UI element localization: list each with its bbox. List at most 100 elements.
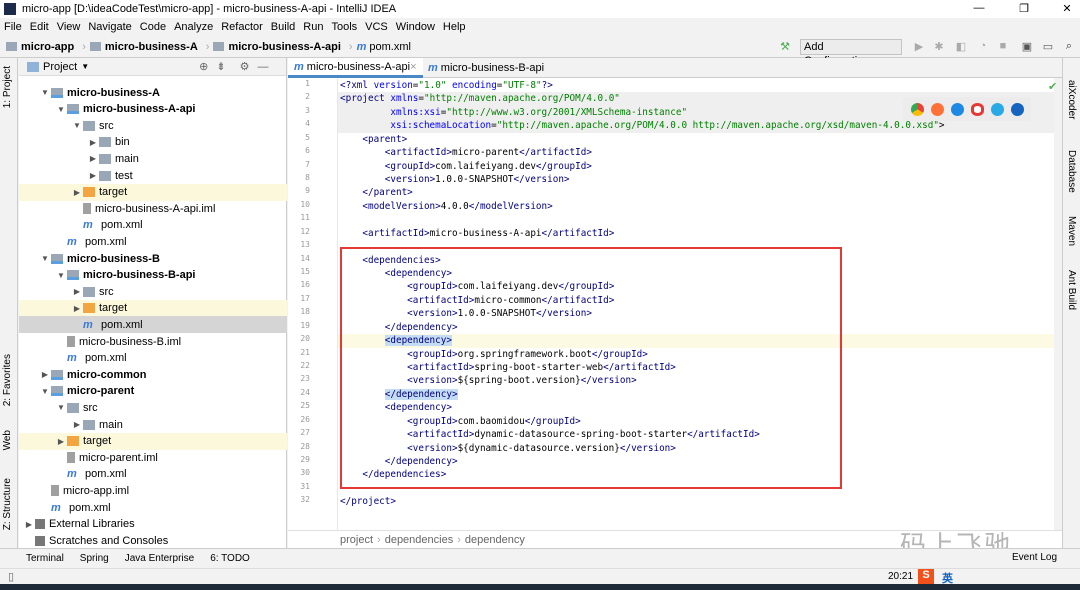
code-line[interactable]: <groupId>com.baomidou</groupId>: [338, 415, 1054, 428]
code-line[interactable]: <version>${spring-boot.version}</version…: [338, 374, 1054, 387]
tree-item[interactable]: ▼ micro-business-A-api: [19, 101, 287, 118]
tree-item[interactable]: ▶ src: [19, 283, 287, 300]
tree-item[interactable]: ▼ src: [19, 117, 287, 134]
sogou-ime-icon[interactable]: S: [918, 569, 934, 584]
profile-icon[interactable]: ◔: [976, 40, 990, 54]
tree-item[interactable]: m pom.xml: [19, 466, 287, 483]
tree-item[interactable]: m pom.xml: [19, 316, 287, 334]
tree-item[interactable]: micro-business-B.iml: [19, 333, 287, 350]
tree-item[interactable]: m pom.xml: [19, 499, 287, 516]
coverage-icon[interactable]: ◧: [954, 40, 968, 54]
editor-breadcrumb-item[interactable]: dependency: [465, 534, 525, 546]
chevron-down-icon[interactable]: ▼: [55, 271, 67, 280]
breadcrumb-item[interactable]: m pom.xml: [357, 41, 411, 53]
tree-item[interactable]: ▶ micro-common: [19, 366, 287, 383]
code-line[interactable]: <dependency>: [338, 267, 1054, 280]
presentation-icon[interactable]: ▭: [1041, 40, 1055, 54]
run-icon[interactable]: ▶: [912, 40, 926, 54]
tree-item[interactable]: micro-parent.iml: [19, 449, 287, 466]
tree-item[interactable]: ▼ micro-business-B-api: [19, 267, 287, 284]
tab-micro-business-A-api[interactable]: m micro-business-A-api ×: [288, 58, 423, 78]
code-line[interactable]: <groupId>org.springframework.boot</group…: [338, 348, 1054, 361]
tab-maven[interactable]: Maven: [1066, 216, 1077, 246]
menu-run[interactable]: Run: [303, 21, 323, 33]
code-line[interactable]: <artifactId>dynamic-datasource-spring-bo…: [338, 428, 1054, 441]
tree-item[interactable]: micro-app.iml: [19, 482, 287, 499]
code-line[interactable]: </project>: [338, 495, 1054, 508]
code-line[interactable]: <artifactId>spring-boot-starter-web</art…: [338, 361, 1054, 374]
chevron-down-icon[interactable]: ▼: [71, 121, 83, 130]
menu-tools[interactable]: Tools: [331, 21, 357, 33]
chevron-right-icon[interactable]: ▶: [87, 138, 99, 147]
firefox-icon[interactable]: [930, 102, 944, 116]
gear-icon[interactable]: ⚙: [240, 60, 250, 73]
tree-item[interactable]: m pom.xml: [19, 350, 287, 367]
code-line[interactable]: <artifactId>micro-business-A-api</artifa…: [338, 227, 1054, 240]
editor-breadcrumb-item[interactable]: project: [340, 534, 373, 546]
tree-item[interactable]: ▼ micro-parent: [19, 383, 287, 400]
chrome-icon[interactable]: [910, 102, 924, 116]
code-line[interactable]: [338, 213, 1054, 226]
layout-icon[interactable]: ▯: [8, 570, 14, 583]
chevron-right-icon[interactable]: ▶: [71, 188, 83, 197]
chevron-down-icon[interactable]: ▼: [81, 62, 89, 71]
menu-navigate[interactable]: Navigate: [88, 21, 131, 33]
search-icon[interactable]: ⌕: [1062, 40, 1076, 54]
code-line[interactable]: <dependencies>: [338, 254, 1054, 267]
chevron-right-icon[interactable]: ▶: [55, 437, 67, 446]
menu-view[interactable]: View: [57, 21, 81, 33]
menu-build[interactable]: Build: [271, 21, 295, 33]
menu-file[interactable]: File: [4, 21, 22, 33]
tree-item[interactable]: ▶ test: [19, 167, 287, 184]
tree-item[interactable]: ▼ micro-business-A: [19, 84, 287, 101]
add-configuration-button[interactable]: Add Configuration...: [800, 39, 902, 67]
menu-edit[interactable]: Edit: [30, 21, 49, 33]
chevron-right-icon[interactable]: ▶: [71, 304, 83, 313]
chevron-right-icon[interactable]: ▶: [71, 287, 83, 296]
tab-favorites[interactable]: 2: Favorites: [2, 354, 13, 406]
chevron-right-icon[interactable]: ▶: [23, 520, 35, 529]
close-tab-icon[interactable]: ×: [410, 61, 416, 73]
tool-terminal[interactable]: Terminal: [26, 553, 64, 564]
breadcrumb-item[interactable]: micro-business-A-api: [213, 41, 341, 53]
code-line[interactable]: <groupId>com.laifeiyang.dev</groupId>: [338, 160, 1054, 173]
code-line[interactable]: <artifactId>micro-parent</artifactId>: [338, 146, 1054, 159]
stop-icon[interactable]: ■: [996, 40, 1010, 54]
code-line[interactable]: <dependency>: [338, 401, 1054, 414]
opera-icon[interactable]: [970, 102, 984, 116]
code-line[interactable]: <parent>: [338, 133, 1054, 146]
tool-java-enterprise[interactable]: Java Enterprise: [125, 553, 194, 564]
tab-project[interactable]: 1: Project: [2, 66, 13, 108]
editor-breadcrumb-item[interactable]: dependencies: [385, 534, 454, 546]
menu-refactor[interactable]: Refactor: [221, 21, 263, 33]
code-line[interactable]: <version>${dynamic-datasource.version}</…: [338, 442, 1054, 455]
chevron-down-icon[interactable]: ▼: [55, 403, 67, 412]
chevron-right-icon[interactable]: ▶: [39, 370, 51, 379]
chevron-down-icon[interactable]: ▼: [55, 105, 67, 114]
tab-ant-build[interactable]: Ant Build: [1066, 270, 1077, 310]
project-view-dropdown[interactable]: Project: [43, 61, 77, 73]
menu-analyze[interactable]: Analyze: [174, 21, 213, 33]
chevron-right-icon[interactable]: ▶: [87, 171, 99, 180]
code-line[interactable]: <modelVersion>4.0.0</modelVersion>: [338, 200, 1054, 213]
project-structure-icon[interactable]: ▣: [1020, 40, 1034, 54]
collapse-all-icon[interactable]: ⇟: [216, 60, 225, 73]
code-line[interactable]: [338, 240, 1054, 253]
code-line[interactable]: <dependency>: [338, 334, 1054, 348]
tree-item[interactable]: ▶ main: [19, 150, 287, 167]
internet-explorer-icon[interactable]: [990, 102, 1004, 116]
breadcrumb-item[interactable]: micro-business-A: [89, 41, 198, 53]
menu-window[interactable]: Window: [396, 21, 435, 33]
code-editor[interactable]: 1 2 3 4 5 6 7 8 9 10 11 12 13 14 15 16 17 18 19 20 21 22 23 24 2…: [288, 78, 1057, 530]
safari-icon[interactable]: [950, 102, 964, 116]
tab-structure[interactable]: Z: Structure: [2, 478, 13, 530]
tool-6-todo[interactable]: 6: TODO: [210, 553, 250, 564]
breadcrumb-item[interactable]: micro-app: [6, 41, 74, 53]
chevron-right-icon[interactable]: ▶: [71, 420, 83, 429]
chevron-down-icon[interactable]: ▼: [39, 254, 51, 263]
maximize-button[interactable]: ❐: [1017, 2, 1031, 15]
build-hammer-icon[interactable]: ⚒: [778, 40, 792, 54]
tab-web[interactable]: Web: [2, 430, 13, 450]
code-line[interactable]: [338, 482, 1054, 495]
code-line[interactable]: </dependencies>: [338, 468, 1054, 481]
